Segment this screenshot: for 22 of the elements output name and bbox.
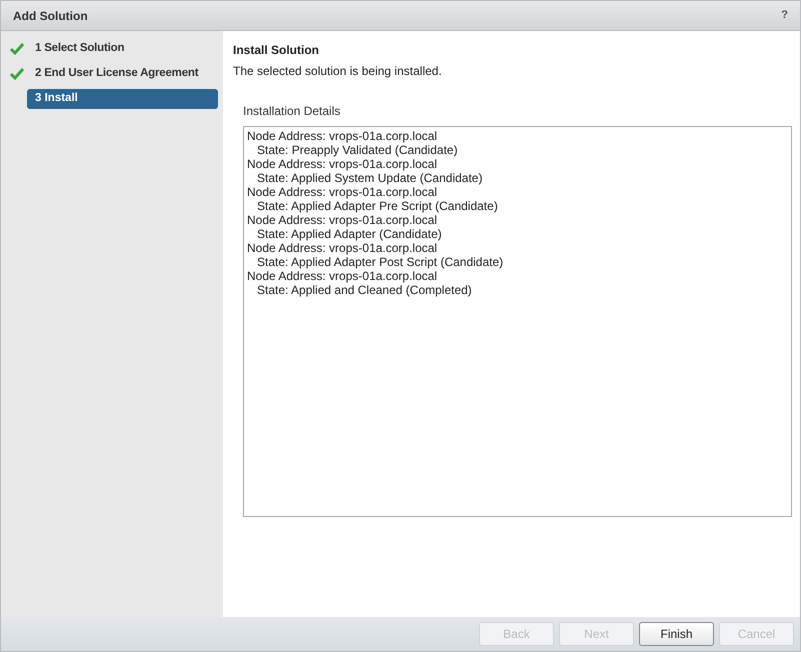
detail-line: Node Address: vrops-01a.corp.local <box>247 157 438 171</box>
detail-line: Node Address: vrops-01a.corp.local <box>247 129 438 143</box>
detail-line: State: Preapply Validated (Candidate) <box>256 143 459 157</box>
window-title: Add Solution <box>13 8 88 24</box>
detail-line: State: Applied Adapter Pre Script (Candidate) <box>256 199 499 213</box>
help-button[interactable]: ? <box>781 7 788 24</box>
detail-line: State: Applied System Update (Candidate) <box>256 171 484 185</box>
wizard-step[interactable]: 2 End User License Agreement <box>27 64 218 84</box>
section-description: The selected solution is being installed. <box>233 63 443 80</box>
detail-line: Node Address: vrops-01a.corp.local <box>247 213 438 227</box>
section-heading: Install Solution <box>233 42 320 59</box>
detail-line: Node Address: vrops-01a.corp.local <box>247 269 438 283</box>
detail-line: State: Applied Adapter (Candidate) <box>256 227 443 241</box>
detail-line: State: Applied Adapter Post Script (Candidate) <box>256 255 504 269</box>
detail-line: Node Address: vrops-01a.corp.local <box>247 241 438 255</box>
detail-line: State: Applied and Cleaned (Completed) <box>256 283 473 297</box>
detail-line: Node Address: vrops-01a.corp.local <box>247 185 438 199</box>
wizard-step[interactable]: 3 Install <box>27 89 218 109</box>
details-text-area[interactable] <box>243 126 792 517</box>
wizard-step[interactable]: 1 Select Solution <box>27 39 218 59</box>
dialog-button[interactable]: Finish <box>639 622 714 646</box>
details-label: Installation Details <box>243 103 342 120</box>
